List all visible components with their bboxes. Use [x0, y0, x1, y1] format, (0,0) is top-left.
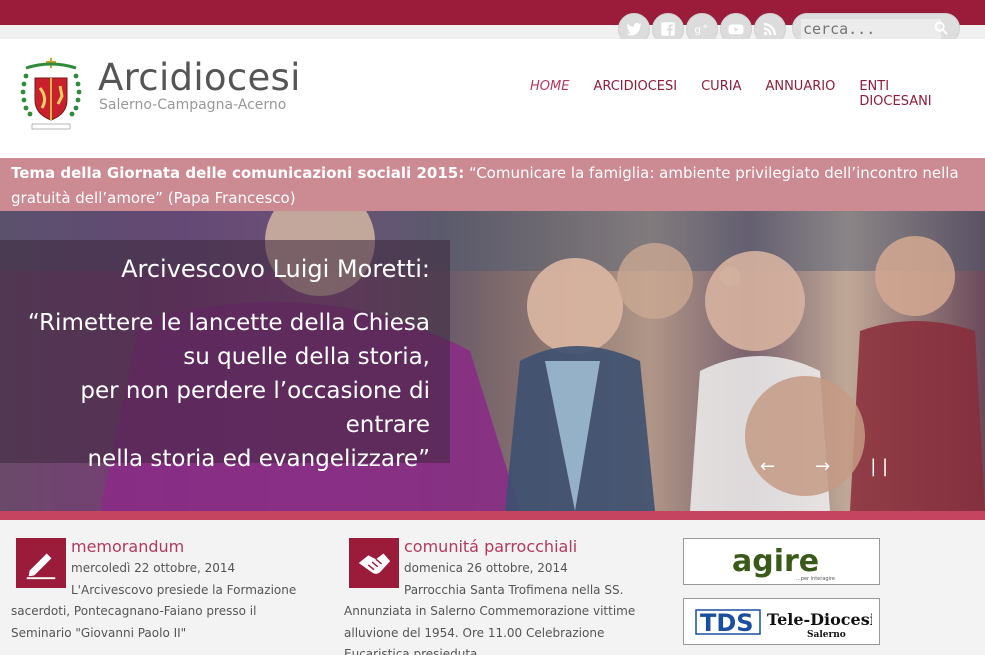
notice-banner[interactable]: Tema della Giornata delle comunicazioni … — [0, 158, 985, 211]
tds-city: Salerno — [807, 630, 846, 640]
nav-home[interactable]: HOME — [530, 79, 569, 109]
caption-author: Arcivescovo Luigi Moretti: — [121, 255, 430, 283]
widget-memorandum: memorandum mercoledì 22 ottobre, 2014 L'… — [11, 538, 301, 644]
tds-logo: TDS Tele-Diocesi Salerno — [694, 609, 872, 640]
search-input[interactable] — [801, 19, 941, 39]
slider-caption: Arcivescovo Luigi Moretti: “Rimettere le… — [0, 240, 450, 472]
hero-slider[interactable]: Arcivescovo Luigi Moretti: “Rimettere le… — [0, 211, 985, 511]
notice-title: Tema della Giornata delle comunicazioni … — [11, 164, 465, 182]
agire-logo-text: agire — [732, 544, 819, 579]
nav-annuario[interactable]: ANNUARIO — [765, 79, 835, 109]
slider-next-button[interactable]: → — [815, 456, 830, 477]
svg-text:+: + — [702, 22, 708, 31]
tds-banner[interactable]: TDS Tele-Diocesi Salerno — [683, 598, 880, 645]
slider-controls: ← → | | — [760, 456, 888, 477]
handshake-icon — [349, 538, 399, 588]
quote-line: su quelle della storia, — [183, 344, 430, 370]
slider-bottom-bar — [0, 511, 985, 520]
nav-enti-diocesani[interactable]: ENTI DIOCESANI — [859, 79, 950, 109]
svg-text:g: g — [695, 24, 702, 36]
quote-line: “Rimettere le lancette della Chiesa — [27, 310, 430, 336]
agire-logo: agire ...per interagire — [732, 544, 835, 582]
slider-prev-button[interactable]: ← — [760, 456, 775, 477]
site-title[interactable]: Arcidiocesi — [98, 56, 301, 99]
widget-text: L'Arcivescovo presiede la Formazione sac… — [11, 582, 297, 640]
main-nav: HOME ARCIDIOCESI CURIA ANNUARIO ENTI DIO… — [530, 79, 970, 109]
coat-of-arms-logo[interactable] — [18, 54, 84, 136]
widget-text: Parrocchia Santa Trofimena nella SS. Ann… — [344, 582, 636, 655]
agire-banner[interactable]: agire ...per interagire — [683, 538, 880, 585]
widgets-area: memorandum mercoledì 22 ottobre, 2014 L'… — [0, 520, 985, 655]
nav-curia[interactable]: CURIA — [701, 79, 741, 109]
nav-arcidiocesi[interactable]: ARCIDIOCESI — [593, 79, 677, 109]
pencil-icon — [16, 538, 66, 588]
tds-logo-text: TDS — [700, 609, 754, 637]
site-subtitle: Salerno-Campagna-Acerno — [99, 97, 287, 113]
caption-quote: “Rimettere le lancette della Chiesa su q… — [0, 306, 430, 476]
widget-comunita: comunitá parrocchiali domenica 26 ottobr… — [344, 538, 636, 655]
quote-line: per non perdere l’occasione di entrare — [80, 378, 430, 438]
quote-line: nella storia ed evangelizzare” — [87, 446, 430, 472]
tds-name: Tele-Diocesi — [767, 610, 872, 629]
slider-pause-button[interactable]: | | — [870, 456, 888, 477]
site-header: Arcidiocesi Salerno-Campagna-Acerno HOME… — [0, 39, 985, 158]
search-icon[interactable] — [933, 20, 949, 36]
agire-tagline: ...per interagire — [796, 576, 835, 582]
